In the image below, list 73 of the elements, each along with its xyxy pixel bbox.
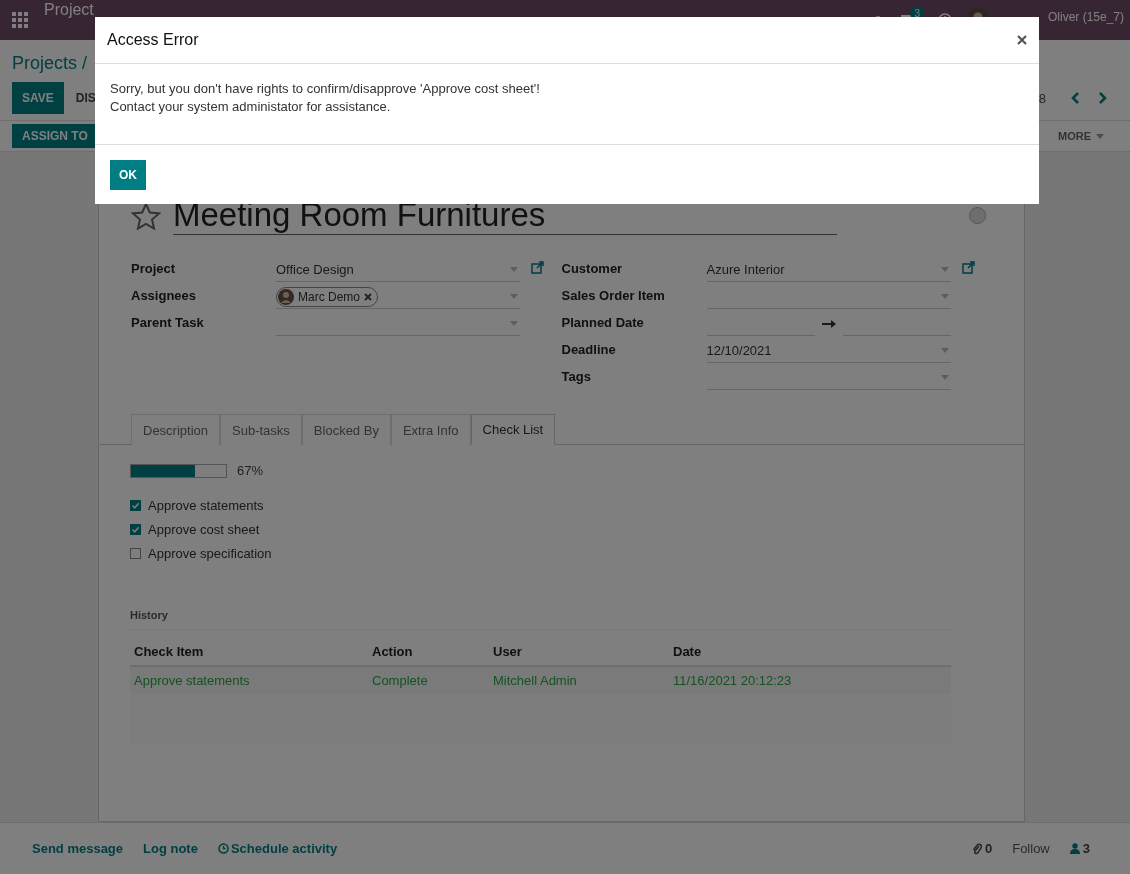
user-name[interactable]: Oliver (15e_7) — [1047, 10, 1124, 24]
more-button[interactable]: MORE — [1044, 124, 1118, 148]
field-label: Sales Order Item — [561, 288, 666, 305]
apps-menu-icon[interactable] — [12, 12, 28, 28]
caret-icon — [940, 348, 949, 353]
checklist-item-label: Approve cost sheet — [148, 521, 260, 537]
paperclip-icon — [971, 842, 982, 855]
table-cell: 11/16/2021 20:12:23 — [669, 666, 951, 694]
close-icon[interactable] — [1017, 35, 1027, 45]
tab[interactable]: Description — [131, 414, 221, 445]
assignees-field[interactable]: Marc Demo — [276, 285, 520, 309]
save-button[interactable]: SAVE — [12, 82, 64, 114]
tab[interactable]: Sub-tasks — [220, 414, 302, 445]
tab[interactable]: Extra Info — [390, 414, 471, 445]
caret-icon — [1096, 133, 1104, 139]
app-name[interactable]: Project — [44, 1, 94, 19]
caret-icon — [940, 294, 949, 299]
select-field[interactable]: Office Design — [276, 258, 520, 282]
field-label: Tags — [561, 369, 592, 386]
select-field[interactable]: 12/10/2021 — [706, 339, 951, 363]
checkbox[interactable] — [130, 547, 141, 559]
discard-button[interactable]: DIS — [63, 82, 108, 114]
field-label: Parent Task — [131, 315, 205, 332]
status-circle-icon[interactable] — [969, 207, 986, 224]
field-label: Planned Date — [561, 315, 645, 332]
next-icon[interactable] — [1098, 92, 1108, 104]
dialog-message: Contact your system administator for assistance. — [110, 98, 392, 116]
external-link-icon[interactable] — [531, 261, 544, 274]
assign-button[interactable]: ASSIGN TO — [12, 124, 98, 148]
checklist-item-label: Approve statements — [148, 497, 264, 513]
checkbox[interactable] — [130, 523, 141, 535]
caret-icon — [510, 321, 518, 326]
history-heading: History — [130, 609, 950, 630]
table-cell: Mitchell Admin — [489, 666, 669, 694]
field-label: Project — [131, 261, 177, 278]
avatar-icon — [278, 288, 294, 305]
table-cell: Complete — [368, 666, 489, 694]
tab[interactable]: Blocked By — [301, 414, 391, 445]
caret-icon — [510, 267, 518, 272]
tab[interactable]: Check List — [470, 414, 556, 445]
clock-icon — [217, 843, 229, 854]
caret-icon — [940, 267, 949, 272]
followers-button[interactable]: 3 — [1069, 841, 1090, 856]
progress-percent: 67% — [237, 463, 264, 478]
breadcrumb[interactable]: Projects / — [12, 52, 88, 74]
dialog-message: Sorry, but you don't have rights to confirm/disapprove 'Approve cost sheet'! — [110, 80, 541, 98]
send-message-button[interactable]: Send message — [32, 841, 124, 856]
field-value: 12/10/2021 — [706, 343, 772, 358]
schedule-activity-button[interactable]: Schedule activity — [217, 841, 338, 856]
checklist-item-label: Approve specification — [148, 545, 272, 561]
external-link-icon[interactable] — [961, 261, 975, 274]
field-label: Customer — [561, 261, 624, 278]
pager-counter: 8 — [1038, 90, 1046, 106]
remove-icon[interactable] — [364, 292, 372, 301]
dialog-title: Access Error — [107, 31, 199, 49]
arrow-right-icon — [821, 320, 836, 328]
previous-icon[interactable] — [1070, 92, 1080, 104]
field-label: Assignees — [131, 288, 198, 305]
checkbox[interactable] — [130, 499, 141, 511]
star-icon[interactable] — [131, 201, 161, 230]
field-value: Office Design — [276, 262, 354, 277]
follow-button[interactable]: Follow — [1012, 841, 1050, 856]
field-value: Azure Interior — [706, 262, 785, 277]
table-cell: Approve statements — [130, 666, 368, 694]
select-field[interactable]: Azure Interior — [706, 258, 951, 282]
attachments-button[interactable]: 0 — [971, 841, 993, 856]
tag-label: Marc Demo — [298, 289, 360, 304]
ok-button[interactable]: OK — [110, 160, 146, 190]
field-label: Deadline — [561, 342, 617, 359]
caret-icon — [510, 294, 518, 299]
person-icon — [1069, 843, 1080, 854]
log-note-button[interactable]: Log note — [143, 841, 198, 856]
caret-icon — [940, 375, 949, 380]
